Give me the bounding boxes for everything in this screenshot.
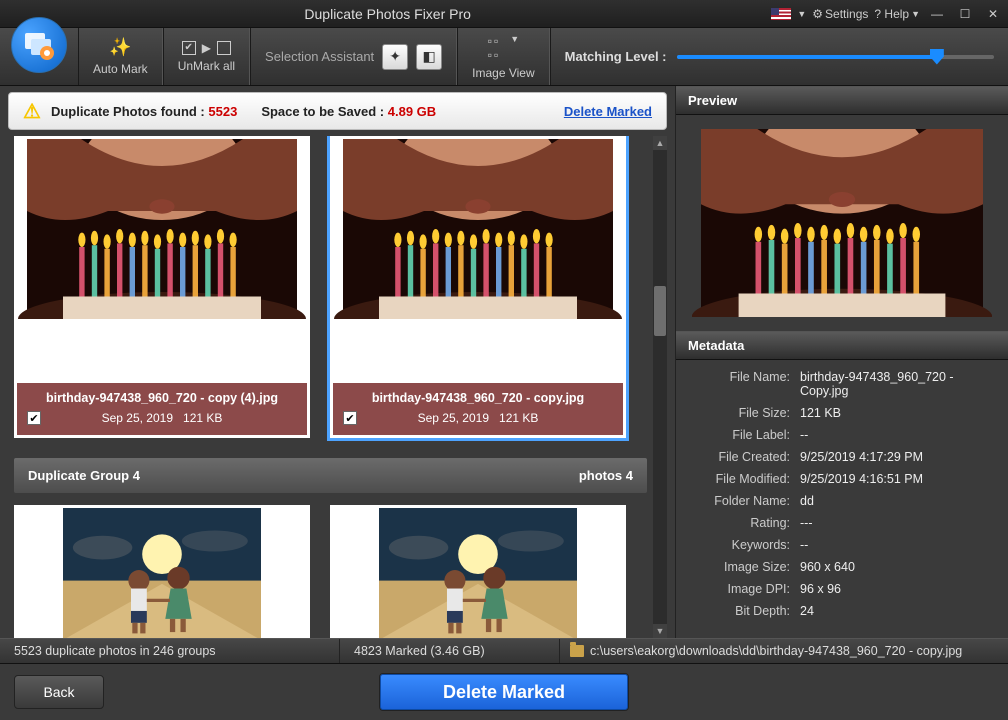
checked-box-icon: ✔ <box>182 41 196 55</box>
grid-icon: ▫▫▫▫ <box>488 34 501 62</box>
unmark-all-button[interactable]: ✔ ▶ UnMark all <box>163 28 250 85</box>
preview-pane: Preview Metadata File Name:birthday-9474… <box>676 86 1008 638</box>
preview-header: Preview <box>676 86 1008 115</box>
status-groups: 5523 duplicate photos in 246 groups <box>0 639 340 663</box>
thumbnail-filename: birthday-947438_960_720 - copy (4).jpg <box>21 391 303 405</box>
chevron-down-icon: ▼ <box>911 9 920 19</box>
meta-row: Folder Name:dd <box>688 490 996 512</box>
thumbnail-card[interactable] <box>330 505 626 638</box>
meta-row: Keywords:-- <box>688 534 996 556</box>
space-saved: 4.89 GB <box>388 104 436 119</box>
settings-link[interactable]: ⚙Settings <box>812 7 868 21</box>
thumbnail-image <box>333 508 623 638</box>
slider-thumb[interactable] <box>930 49 944 65</box>
meta-row: File Modified:9/25/2019 4:16:51 PM <box>688 468 996 490</box>
results-pane: ⚠ Duplicate Photos found : 5523 Space to… <box>0 86 676 638</box>
scrollbar-thumb[interactable] <box>654 286 666 336</box>
thumbnail-card[interactable] <box>14 505 310 638</box>
title-bar: Duplicate Photos Fixer Pro ▼ ⚙Settings ?… <box>0 0 1008 28</box>
meta-row: File Created:9/25/2019 4:17:29 PM <box>688 446 996 468</box>
status-bar: 5523 duplicate photos in 246 groups 4823… <box>0 638 1008 664</box>
selection-assistant-group: Selection Assistant ✦ ◧ <box>250 28 457 85</box>
meta-row: Image Size:960 x 640 <box>688 556 996 578</box>
summary-bar: ⚠ Duplicate Photos found : 5523 Space to… <box>8 92 667 130</box>
meta-row: Image DPI:96 x 96 <box>688 578 996 600</box>
preview-image <box>692 129 992 317</box>
meta-row: Bit Depth:24 <box>688 600 996 622</box>
selection-assistant-erase-button[interactable]: ◧ <box>416 44 442 70</box>
vertical-scrollbar[interactable]: ▲ ▼ <box>653 136 667 638</box>
thumbnail-image <box>333 139 623 319</box>
app-title: Duplicate Photos Fixer Pro <box>4 6 771 22</box>
meta-row: Rating:--- <box>688 512 996 534</box>
help-link[interactable]: ? Help▼ <box>874 7 920 21</box>
language-flag-icon[interactable] <box>771 8 791 20</box>
eraser-icon: ◧ <box>423 48 436 65</box>
wand-icon: ✦ <box>389 48 401 65</box>
meta-row: File Size:121 KB <box>688 402 996 424</box>
app-logo <box>0 28 78 85</box>
empty-box-icon <box>217 41 231 55</box>
thumbnail-card[interactable]: birthday-947438_960_720 - copy.jpg Sep 2… <box>330 136 626 438</box>
scroll-down-arrow[interactable]: ▼ <box>653 624 667 638</box>
thumbnail-filename: birthday-947438_960_720 - copy.jpg <box>337 391 619 405</box>
warning-icon: ⚠ <box>23 99 41 124</box>
metadata-header: Metadata <box>676 331 1008 360</box>
delete-marked-button[interactable]: Delete Marked <box>379 673 629 711</box>
thumbnail-image <box>17 139 307 319</box>
scroll-up-arrow[interactable]: ▲ <box>653 136 667 150</box>
thumbnail-image <box>17 508 307 638</box>
toolbar: ✨ Auto Mark ✔ ▶ UnMark all Selection Ass… <box>0 28 1008 86</box>
status-path: c:\users\eakorg\downloads\dd\birthday-94… <box>560 644 1008 658</box>
maximize-button[interactable]: ☐ <box>954 4 976 24</box>
gear-icon: ⚙ <box>812 7 823 21</box>
meta-row: File Label:-- <box>688 424 996 446</box>
auto-mark-button[interactable]: ✨ Auto Mark <box>78 28 163 85</box>
close-button[interactable]: ✕ <box>982 4 1004 24</box>
matching-level-group: Matching Level : <box>550 28 1008 85</box>
arrow-right-icon: ▶ <box>202 41 211 55</box>
folder-icon <box>570 645 584 657</box>
metadata-list: File Name:birthday-947438_960_720 - Copy… <box>676 360 1008 628</box>
delete-marked-link[interactable]: Delete Marked <box>564 104 652 119</box>
preview-image-box <box>676 115 1008 331</box>
mark-checkbox[interactable]: ✔ <box>27 411 41 425</box>
chevron-down-icon: ▼ <box>510 34 519 62</box>
matching-level-slider[interactable] <box>677 55 994 59</box>
image-view-button[interactable]: ▫▫▫▫▼ Image View <box>457 28 549 85</box>
bottom-bar: Back Delete Marked <box>0 664 1008 720</box>
status-marked: 4823 Marked (3.46 GB) <box>340 639 560 663</box>
mark-checkbox[interactable]: ✔ <box>343 411 357 425</box>
chevron-down-icon[interactable]: ▼ <box>797 9 806 19</box>
minimize-button[interactable]: ― <box>926 4 948 24</box>
selection-assistant-wand-button[interactable]: ✦ <box>382 44 408 70</box>
back-button[interactable]: Back <box>14 675 104 709</box>
found-count: 5523 <box>208 104 237 119</box>
meta-row: File Name:birthday-947438_960_720 - Copy… <box>688 366 996 402</box>
wand-icon: ✨ <box>109 37 131 58</box>
group-header[interactable]: Duplicate Group 4 photos 4 <box>14 458 647 493</box>
thumbnail-card[interactable]: birthday-947438_960_720 - copy (4).jpg S… <box>14 136 310 438</box>
